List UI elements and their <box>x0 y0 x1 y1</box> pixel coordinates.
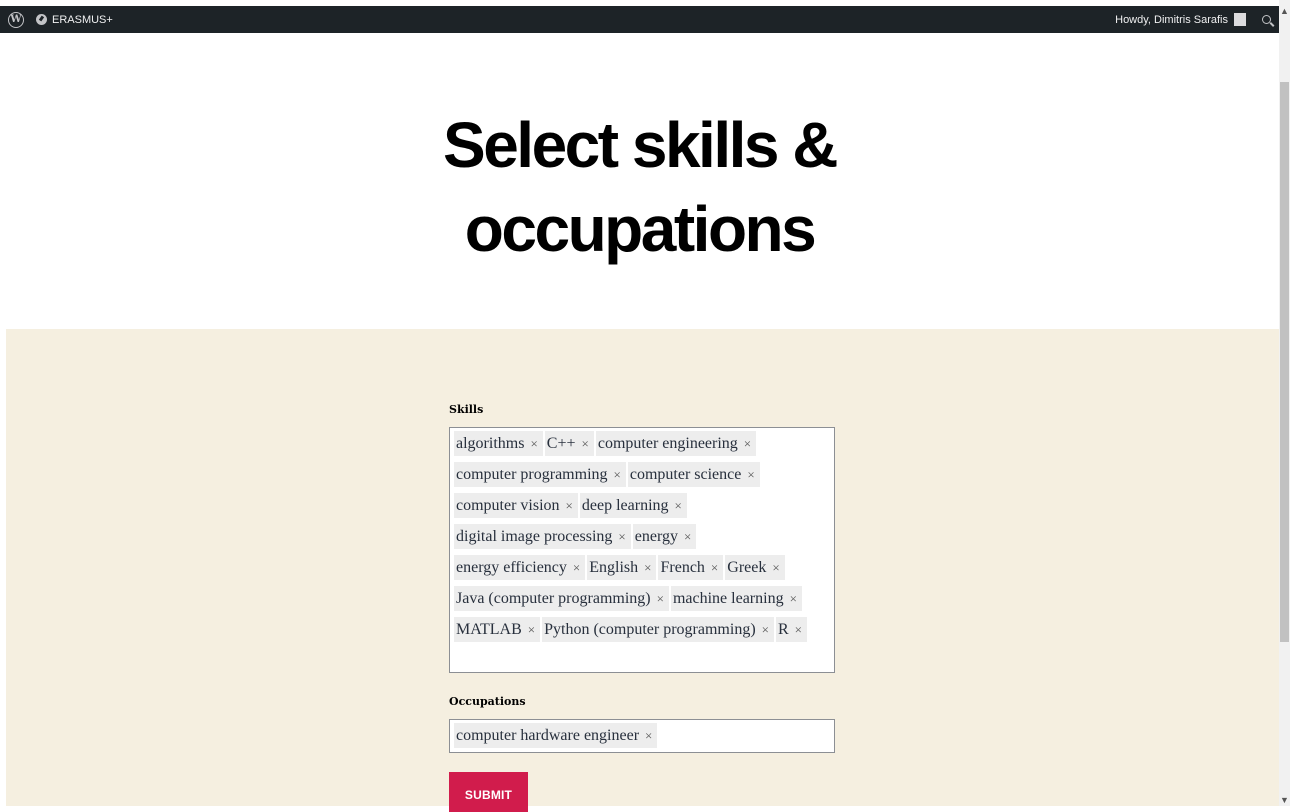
wordpress-logo-icon[interactable]: W <box>8 11 24 28</box>
admin-bar: W ERASMUS+ Howdy, Dimitris Sarafis <box>0 6 1279 33</box>
occupations-label: Occupations <box>449 695 526 708</box>
submit-button[interactable]: SUBMIT <box>449 772 528 812</box>
site-name: ERASMUS+ <box>52 13 113 26</box>
occupations-tag-input[interactable]: computer hardware engineer × <box>449 719 835 753</box>
page-title: Select skills & occupations <box>0 103 1279 271</box>
scroll-up-arrow-icon[interactable]: ▲ <box>1279 6 1290 17</box>
tag-label: machine learning <box>672 589 784 607</box>
remove-tag-icon[interactable]: × <box>641 728 657 744</box>
tag-label: computer hardware engineer <box>456 726 640 744</box>
tag-chip: R × <box>775 617 807 642</box>
tag-label: deep learning <box>581 496 669 514</box>
remove-tag-icon[interactable]: × <box>791 622 807 638</box>
dashboard-icon <box>36 14 47 25</box>
skills-tag-input[interactable]: algorithms × C++ × computer engineering × comp… <box>449 427 835 673</box>
tag-chip: Java (computer programming) × <box>454 586 669 611</box>
greeting-text: Howdy, Dimitris Sarafis <box>1115 13 1228 26</box>
scroll-down-arrow-icon[interactable]: ▼ <box>1279 795 1290 806</box>
tag-row: MATLAB × Python (computer programming) × R × <box>454 617 830 648</box>
tag-chip: Greek × <box>725 555 785 580</box>
tag-row: computer hardware engineer × <box>454 723 830 754</box>
remove-tag-icon[interactable]: × <box>740 436 756 452</box>
tag-chip: C++ × <box>544 431 594 456</box>
remove-tag-icon[interactable]: × <box>562 498 578 514</box>
remove-tag-icon[interactable]: × <box>578 436 594 452</box>
tag-label: digital image processing <box>456 527 613 545</box>
remove-tag-icon[interactable]: × <box>569 560 585 576</box>
tag-label: computer science <box>629 465 742 483</box>
tag-label: French <box>660 558 705 576</box>
scrollbar[interactable]: ▲ ▼ <box>1279 0 1290 806</box>
remove-tag-icon[interactable]: × <box>680 529 696 545</box>
tag-row: computer vision × deep learning × <box>454 493 830 524</box>
tag-chip: energy efficiency × <box>454 555 586 580</box>
form-section: Skills algorithms × C++ × computer engineeri… <box>6 329 1279 812</box>
tag-label: computer engineering <box>597 434 738 452</box>
tag-label: Python (computer programming) <box>544 620 756 638</box>
tag-chip: energy × <box>632 524 697 549</box>
tag-label: R <box>777 620 789 638</box>
remove-tag-icon[interactable]: × <box>768 560 784 576</box>
search-icon[interactable] <box>1262 15 1271 24</box>
tag-label: English <box>589 558 639 576</box>
skills-label: Skills <box>449 403 484 416</box>
tag-label: MATLAB <box>456 620 522 638</box>
tag-chip: Python (computer programming) × <box>542 617 774 642</box>
tag-chip: English × <box>587 555 657 580</box>
tag-label: C++ <box>546 434 576 452</box>
remove-tag-icon[interactable]: × <box>640 560 656 576</box>
tag-chip: MATLAB × <box>454 617 541 642</box>
avatar <box>1234 13 1246 26</box>
account-menu[interactable]: Howdy, Dimitris Sarafis <box>1115 13 1246 26</box>
tag-chip: French × <box>658 555 724 580</box>
tag-chip: machine learning × <box>670 586 802 611</box>
tag-label: energy efficiency <box>456 558 567 576</box>
tag-label: energy <box>634 527 678 545</box>
scroll-thumb[interactable] <box>1280 82 1289 642</box>
remove-tag-icon[interactable]: × <box>524 622 540 638</box>
tag-row: computer programming × computer science × <box>454 462 830 493</box>
tag-row: algorithms × C++ × computer engineering × <box>454 431 830 462</box>
tag-chip: computer hardware engineer × <box>454 723 658 748</box>
remove-tag-icon[interactable]: × <box>707 560 723 576</box>
tag-chip: computer science × <box>627 462 760 487</box>
remove-tag-icon[interactable]: × <box>758 622 774 638</box>
tag-label: Java (computer programming) <box>456 589 651 607</box>
tag-label: computer programming <box>456 465 608 483</box>
page-title-line2: occupations <box>464 193 817 265</box>
remove-tag-icon[interactable]: × <box>610 467 626 483</box>
tag-row: digital image processing × energy × <box>454 524 830 555</box>
tag-chip: computer vision × <box>454 493 578 518</box>
remove-tag-icon[interactable]: × <box>653 591 669 607</box>
tag-chip: deep learning × <box>579 493 687 518</box>
tag-chip: computer programming × <box>454 462 626 487</box>
remove-tag-icon[interactable]: × <box>614 529 630 545</box>
remove-tag-icon[interactable]: × <box>743 467 759 483</box>
tag-label: algorithms <box>456 434 525 452</box>
remove-tag-icon[interactable]: × <box>526 436 542 452</box>
remove-tag-icon[interactable]: × <box>786 591 802 607</box>
tag-label: Greek <box>727 558 767 576</box>
tag-chip: algorithms × <box>454 431 543 456</box>
tag-label: computer vision <box>456 496 560 514</box>
page-title-line1: Select skills & <box>443 109 838 181</box>
tag-chip: digital image processing × <box>454 524 631 549</box>
remove-tag-icon[interactable]: × <box>671 498 687 514</box>
site-name-link[interactable]: ERASMUS+ <box>36 14 113 26</box>
tag-chip: computer engineering × <box>595 431 757 456</box>
tag-row: energy efficiency × English × French × Greek × <box>454 555 830 586</box>
tag-row: Java (computer programming) × machine lear… <box>454 586 830 617</box>
